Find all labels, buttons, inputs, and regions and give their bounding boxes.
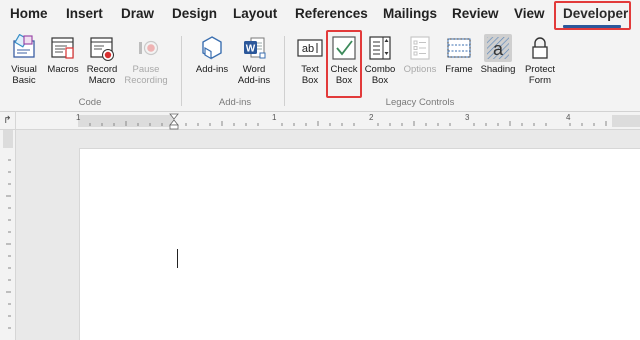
word-window: Home Insert Draw Design Layout Reference… <box>0 0 640 340</box>
word-add-ins-label-1: Word <box>242 64 266 75</box>
text-box-label-1: Text <box>301 64 319 75</box>
ribbon-tab-bar: Home Insert Draw Design Layout Reference… <box>0 0 640 30</box>
shading-icon: a <box>484 34 512 62</box>
frame-label: Frame <box>445 64 473 75</box>
protect-form-label-2: Form <box>528 74 552 86</box>
tab-design[interactable]: Design <box>172 6 217 21</box>
shading-label: Shading <box>480 64 516 75</box>
add-ins-group-label: Add-ins <box>218 97 252 108</box>
vertical-ruler[interactable] <box>0 130 16 340</box>
visual-basic-button[interactable]: Visual Basic <box>6 34 42 86</box>
group-separator <box>181 36 182 106</box>
combo-box-label-2: Box <box>371 74 389 86</box>
group-separator <box>284 36 285 106</box>
pause-recording-label-2: Recording <box>124 74 168 86</box>
shading-button[interactable]: a Shading <box>478 34 518 76</box>
combo-box-button[interactable]: Combo Box <box>363 34 397 86</box>
add-ins-hexagon-icon <box>202 36 222 60</box>
tab-insert[interactable]: Insert <box>66 6 103 21</box>
vertical-ruler-ticks <box>3 130 13 329</box>
record-macro-label-1: Record <box>86 64 118 75</box>
svg-text:a: a <box>493 39 504 59</box>
text-cursor <box>177 249 178 268</box>
tab-home[interactable]: Home <box>10 6 48 21</box>
frame-button[interactable]: Frame <box>442 34 476 76</box>
tab-view[interactable]: View <box>514 6 545 21</box>
tab-review[interactable]: Review <box>452 6 499 21</box>
visual-basic-icon <box>13 34 35 58</box>
ruler-number: 1 <box>272 113 277 122</box>
legacy-controls-group-label: Legacy Controls <box>385 97 455 108</box>
text-box-button[interactable]: ab Text Box <box>294 34 326 86</box>
combo-box-icon <box>369 36 391 60</box>
ruler-number: 1 <box>76 113 81 122</box>
horizontal-ruler[interactable]: ↱ 1 1 2 3 4 <box>0 112 640 130</box>
tab-mailings[interactable]: Mailings <box>383 6 437 21</box>
document-page[interactable] <box>79 148 640 340</box>
visual-basic-label-1: Visual <box>11 64 37 75</box>
add-ins-label: Add-ins <box>195 64 229 75</box>
text-box-label-2: Box <box>301 74 319 86</box>
macros-label: Macros <box>47 64 79 75</box>
macros-button[interactable]: Macros <box>44 34 82 76</box>
ribbon-developer: Visual Basic Macros Record Macro Pause R… <box>0 30 640 112</box>
protect-form-button[interactable]: Protect Form <box>520 34 560 86</box>
add-ins-button[interactable]: Add-ins <box>192 34 232 76</box>
pause-recording-icon <box>139 40 159 56</box>
word-add-ins-button[interactable]: W Word Add-ins <box>233 34 275 86</box>
text-box-icon: ab <box>297 39 323 57</box>
options-button[interactable]: Options <box>400 34 440 76</box>
pause-recording-label-1: Pause <box>132 64 160 75</box>
tab-draw[interactable]: Draw <box>121 6 154 21</box>
ruler-number: 4 <box>566 113 571 122</box>
ruler-number: 2 <box>369 113 374 122</box>
combo-box-label-1: Combo <box>364 64 396 75</box>
macros-icon <box>51 37 74 59</box>
svg-text:ab: ab <box>302 43 314 55</box>
tab-references[interactable]: References <box>295 6 368 21</box>
svg-text:W: W <box>246 44 256 55</box>
code-group-label: Code <box>78 97 102 108</box>
ruler-number: 3 <box>465 113 470 122</box>
visual-basic-label-2: Basic <box>12 74 36 86</box>
developer-tab-highlight <box>554 1 631 30</box>
check-box-highlight <box>326 30 362 98</box>
options-icon <box>410 36 430 60</box>
options-label: Options <box>403 64 437 75</box>
record-macro-icon <box>90 37 114 61</box>
frame-icon <box>447 38 471 58</box>
record-macro-label-2: Macro <box>88 74 116 86</box>
record-macro-button[interactable]: Record Macro <box>84 34 120 86</box>
word-add-ins-icon: W <box>244 37 266 59</box>
tab-layout[interactable]: Layout <box>233 6 277 21</box>
protect-form-label-1: Protect <box>524 64 556 75</box>
pause-recording-button[interactable]: Pause Recording <box>121 34 171 86</box>
ruler-ticks <box>78 113 640 130</box>
lock-icon <box>532 37 548 59</box>
word-add-ins-label-2: Add-ins <box>237 74 271 86</box>
